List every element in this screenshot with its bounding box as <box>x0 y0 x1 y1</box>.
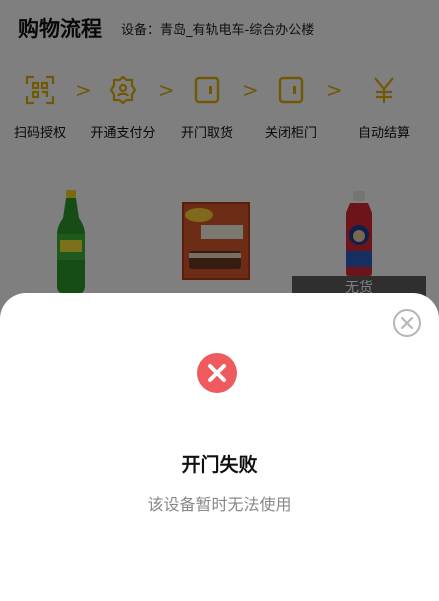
error-message: 该设备暂时无法使用 <box>147 495 292 514</box>
error-icon <box>197 353 237 393</box>
error-modal: 开门失败 该设备暂时无法使用 <box>0 293 439 601</box>
close-button[interactable] <box>393 309 421 337</box>
close-icon <box>401 317 413 329</box>
error-title: 开门失败 <box>181 454 258 476</box>
